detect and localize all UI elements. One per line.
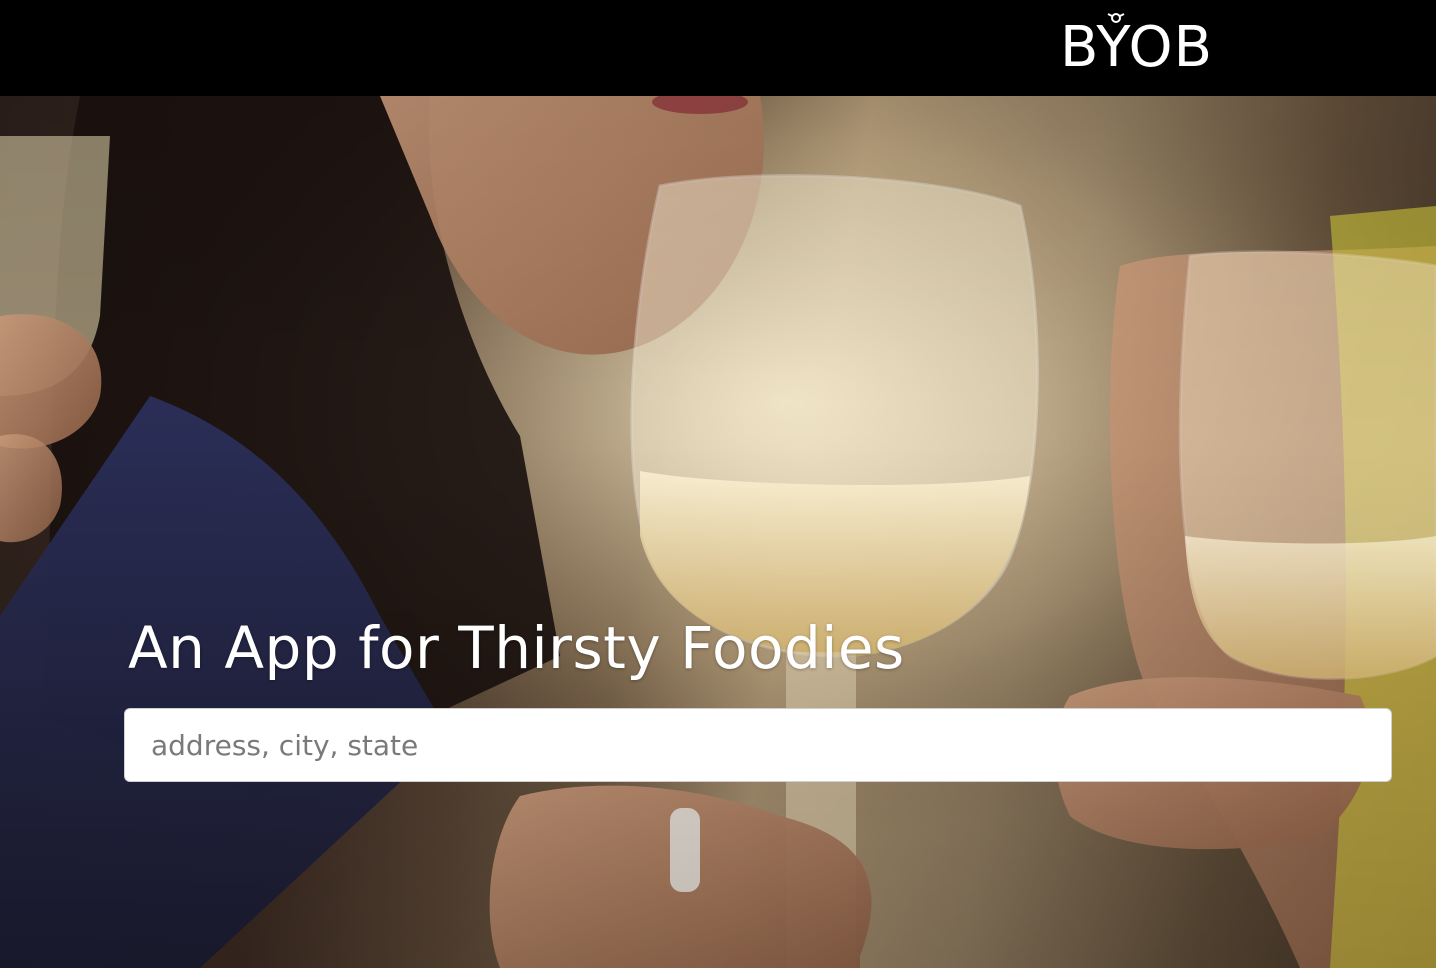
- hero-headline: An App for Thirsty Foodies: [128, 614, 905, 682]
- top-navbar: BYOB: [0, 0, 1436, 96]
- location-search-input[interactable]: [124, 708, 1392, 782]
- hero-section: An App for Thirsty Foodies: [0, 96, 1436, 968]
- hero-overlay: [0, 96, 1436, 968]
- brand-logo-link[interactable]: BYOB: [1060, 13, 1213, 80]
- corkscrew-icon: [1107, 13, 1125, 23]
- landing-page: BYOB An App for Thirsty Foodies address,…: [0, 0, 1436, 968]
- brand-logo-text: BYOB: [1060, 15, 1213, 80]
